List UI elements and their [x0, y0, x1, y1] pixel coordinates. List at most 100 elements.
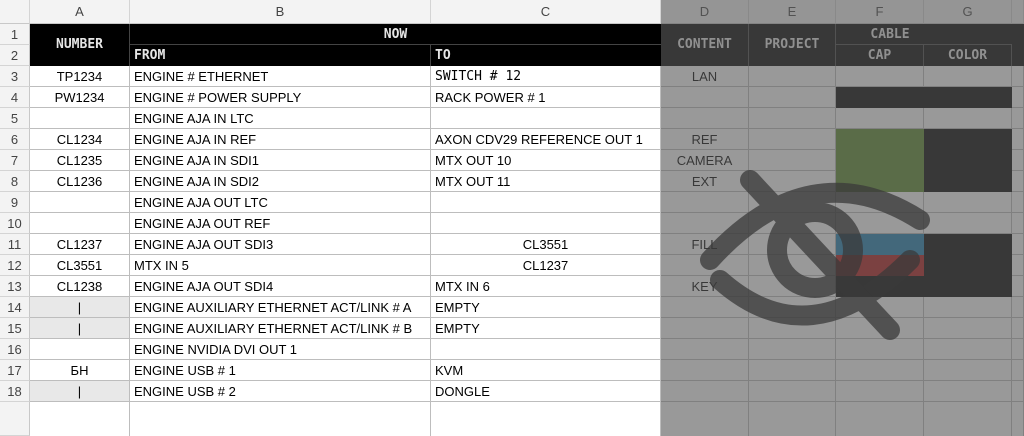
row-header-11[interactable]: 11 — [0, 234, 30, 255]
cell-extra-row5[interactable] — [1012, 108, 1024, 129]
cell-content-row17[interactable] — [661, 360, 749, 381]
column-header-g[interactable]: G — [924, 0, 1012, 24]
cell-color-row16[interactable] — [924, 339, 1012, 360]
cell-content-row16[interactable] — [661, 339, 749, 360]
cell-from-row6[interactable]: ENGINE AJA IN REF — [130, 129, 431, 150]
cell-to-row11[interactable]: CL3551 — [431, 234, 661, 255]
row-header-2[interactable]: 2 — [0, 45, 30, 66]
cell-number-row6[interactable]: CL1234 — [30, 129, 130, 150]
row-header-16[interactable]: 16 — [0, 339, 30, 360]
cell-extra-row4[interactable] — [1012, 87, 1024, 108]
row-header-13[interactable]: 13 — [0, 276, 30, 297]
row-header-12[interactable]: 12 — [0, 255, 30, 276]
cell-to-row3[interactable]: SWITCH # 12 — [431, 66, 661, 87]
cell-project-row18[interactable] — [749, 381, 836, 402]
cell-project-row17[interactable] — [749, 360, 836, 381]
column-header-a[interactable]: A — [30, 0, 130, 24]
cell-extra-row15[interactable] — [1012, 318, 1024, 339]
cell-extra-row19[interactable] — [1012, 402, 1024, 436]
cell-from-row3[interactable]: ENGINE # ETHERNET — [130, 66, 431, 87]
cell-number-row18[interactable]: | — [30, 381, 130, 402]
cell-to-row9[interactable] — [431, 192, 661, 213]
cell-extra-row7[interactable] — [1012, 150, 1024, 171]
row-header-6[interactable]: 6 — [0, 129, 30, 150]
column-header-b[interactable]: B — [130, 0, 431, 24]
cell-extra-row9[interactable] — [1012, 192, 1024, 213]
cell-cap-row3[interactable] — [836, 66, 924, 87]
cell-extra-row17[interactable] — [1012, 360, 1024, 381]
cell-from-row13[interactable]: ENGINE AJA OUT SDI4 — [130, 276, 431, 297]
column-header-h[interactable] — [1012, 0, 1024, 24]
cell-content-row3[interactable]: LAN — [661, 66, 749, 87]
cell-number-row3[interactable]: TP1234 — [30, 66, 130, 87]
row-header-1[interactable]: 1 — [0, 24, 30, 45]
row-header-17[interactable]: 17 — [0, 360, 30, 381]
column-header-f[interactable]: F — [836, 0, 924, 24]
cell-project-row5[interactable] — [749, 108, 836, 129]
row-header-14[interactable]: 14 — [0, 297, 30, 318]
cell-to-row6[interactable]: AXON CDV29 REFERENCE OUT 1 — [431, 129, 661, 150]
cell-from-row7[interactable]: ENGINE AJA IN SDI1 — [130, 150, 431, 171]
cell-number-row8[interactable]: CL1236 — [30, 171, 130, 192]
cell-project-row16[interactable] — [749, 339, 836, 360]
cell-to-row7[interactable]: MTX OUT 10 — [431, 150, 661, 171]
cell-extra-row14[interactable] — [1012, 297, 1024, 318]
cell-number-row11[interactable]: CL1237 — [30, 234, 130, 255]
cell-cap-row19[interactable] — [836, 402, 924, 436]
cable-color-black-row4[interactable] — [836, 87, 1012, 108]
cell-cap-row18[interactable] — [836, 381, 924, 402]
cell-number-row5[interactable] — [30, 108, 130, 129]
cell-extra-row10[interactable] — [1012, 213, 1024, 234]
cell-to-row8[interactable]: MTX OUT 11 — [431, 171, 661, 192]
cell-from-row10[interactable]: ENGINE AJA OUT REF — [130, 213, 431, 234]
row-header-19[interactable] — [0, 402, 30, 436]
select-all-corner[interactable] — [0, 0, 30, 24]
cell-from-row18[interactable]: ENGINE USB # 2 — [130, 381, 431, 402]
cell-extra-row6[interactable] — [1012, 129, 1024, 150]
row-header-18[interactable]: 18 — [0, 381, 30, 402]
cell-from-row12[interactable]: MTX IN 5 — [130, 255, 431, 276]
column-header-d[interactable]: D — [661, 0, 749, 24]
cell-extra-row18[interactable] — [1012, 381, 1024, 402]
cell-to-row13[interactable]: MTX IN 6 — [431, 276, 661, 297]
cell-number-row10[interactable] — [30, 213, 130, 234]
cell-from-row16[interactable]: ENGINE NVIDIA DVI OUT 1 — [130, 339, 431, 360]
cell-from-row5[interactable]: ENGINE AJA IN LTC — [130, 108, 431, 129]
cell-extra-row3[interactable] — [1012, 66, 1024, 87]
cell-from-row9[interactable]: ENGINE AJA OUT LTC — [130, 192, 431, 213]
cell-color-row19[interactable] — [924, 402, 1012, 436]
row-header-9[interactable]: 9 — [0, 192, 30, 213]
cell-number-row9[interactable] — [30, 192, 130, 213]
row-header-10[interactable]: 10 — [0, 213, 30, 234]
cell-to-row5[interactable] — [431, 108, 661, 129]
cell-cap-row5[interactable] — [836, 108, 924, 129]
cell-number-row17[interactable]: БН — [30, 360, 130, 381]
cell-number-row19[interactable] — [30, 402, 130, 436]
cell-number-row12[interactable]: CL3551 — [30, 255, 130, 276]
row-header-3[interactable]: 3 — [0, 66, 30, 87]
cell-extra-row8[interactable] — [1012, 171, 1024, 192]
cell-to-row18[interactable]: DONGLE — [431, 381, 661, 402]
cell-extra-row11[interactable] — [1012, 234, 1024, 255]
cell-content-row19[interactable] — [661, 402, 749, 436]
cell-extra-row16[interactable] — [1012, 339, 1024, 360]
cell-to-row19[interactable] — [431, 402, 661, 436]
row-header-7[interactable]: 7 — [0, 150, 30, 171]
cell-content-row18[interactable] — [661, 381, 749, 402]
cell-number-row14[interactable]: | — [30, 297, 130, 318]
cell-to-row4[interactable]: RACK POWER # 1 — [431, 87, 661, 108]
cell-color-row5[interactable] — [924, 108, 1012, 129]
cell-to-row15[interactable]: EMPTY — [431, 318, 661, 339]
cell-from-row17[interactable]: ENGINE USB # 1 — [130, 360, 431, 381]
cell-to-row17[interactable]: KVM — [431, 360, 661, 381]
cell-from-row4[interactable]: ENGINE # POWER SUPPLY — [130, 87, 431, 108]
cell-number-row4[interactable]: PW1234 — [30, 87, 130, 108]
cell-cap-row17[interactable] — [836, 360, 924, 381]
cell-extra-row12[interactable] — [1012, 255, 1024, 276]
cell-to-row16[interactable] — [431, 339, 661, 360]
cell-color-row18[interactable] — [924, 381, 1012, 402]
cell-from-row11[interactable]: ENGINE AJA OUT SDI3 — [130, 234, 431, 255]
cell-color-row3[interactable] — [924, 66, 1012, 87]
row-header-8[interactable]: 8 — [0, 171, 30, 192]
cell-number-row13[interactable]: CL1238 — [30, 276, 130, 297]
